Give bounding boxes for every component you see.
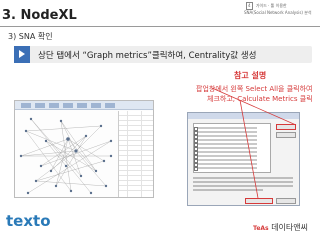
nodexl-graph-screenshot [14,100,154,198]
deselect-all-button[interactable] [276,132,296,138]
dialog-description-line [193,185,293,187]
brand-text: texto [6,212,51,230]
instruction-text: 상단 탭에서 “Graph metrics”클릭하여, Centrality값 … [38,51,257,61]
dialog-description-line [193,189,263,191]
network-graph-image [19,117,113,195]
dialog-titlebar [188,113,299,119]
graph-metrics-dialog-screenshot [187,112,300,206]
company-logo: TeAs 데이타앤씨 [253,222,308,233]
title-divider [0,26,320,27]
header-meta: 4 가이드 · 툴 이용한 SNA(Social Network Analysi… [244,2,314,16]
excel-ribbon [15,101,153,110]
cancel-button[interactable] [276,198,296,204]
dialog-description-line [193,181,293,183]
company-name: 데이타앤씨 [271,223,308,232]
instruction-banner: 상단 탭에서 “Graph metrics”클릭하여, Centrality값 … [14,46,312,63]
select-all-button[interactable] [276,124,296,130]
header-meta-line2: SNA(Social Network Analysis) 분석 [244,10,312,15]
page-title: 3. NodeXL [2,8,77,23]
note-line-1: 팝업창에서 왼쪽 Select All을 클릭하여 [196,85,313,93]
page-number: 4 [246,2,253,10]
dialog-description-line [193,177,293,179]
worksheet-grid [118,111,153,197]
texto-logo: texto [6,212,51,230]
play-arrow-icon [14,46,30,63]
note-line-2: 체크하고, Calculate Metrics 클릭 [207,95,313,103]
company-mark: TeAs [253,225,269,232]
header-meta-prefix: 가이드 · 툴 이용한 [255,3,287,8]
section-subtitle: 3) SNA 확인 [8,32,53,41]
note-title: 참고 설명 [234,71,267,80]
metrics-checklist [193,123,271,173]
calculate-metrics-button[interactable] [245,198,273,204]
